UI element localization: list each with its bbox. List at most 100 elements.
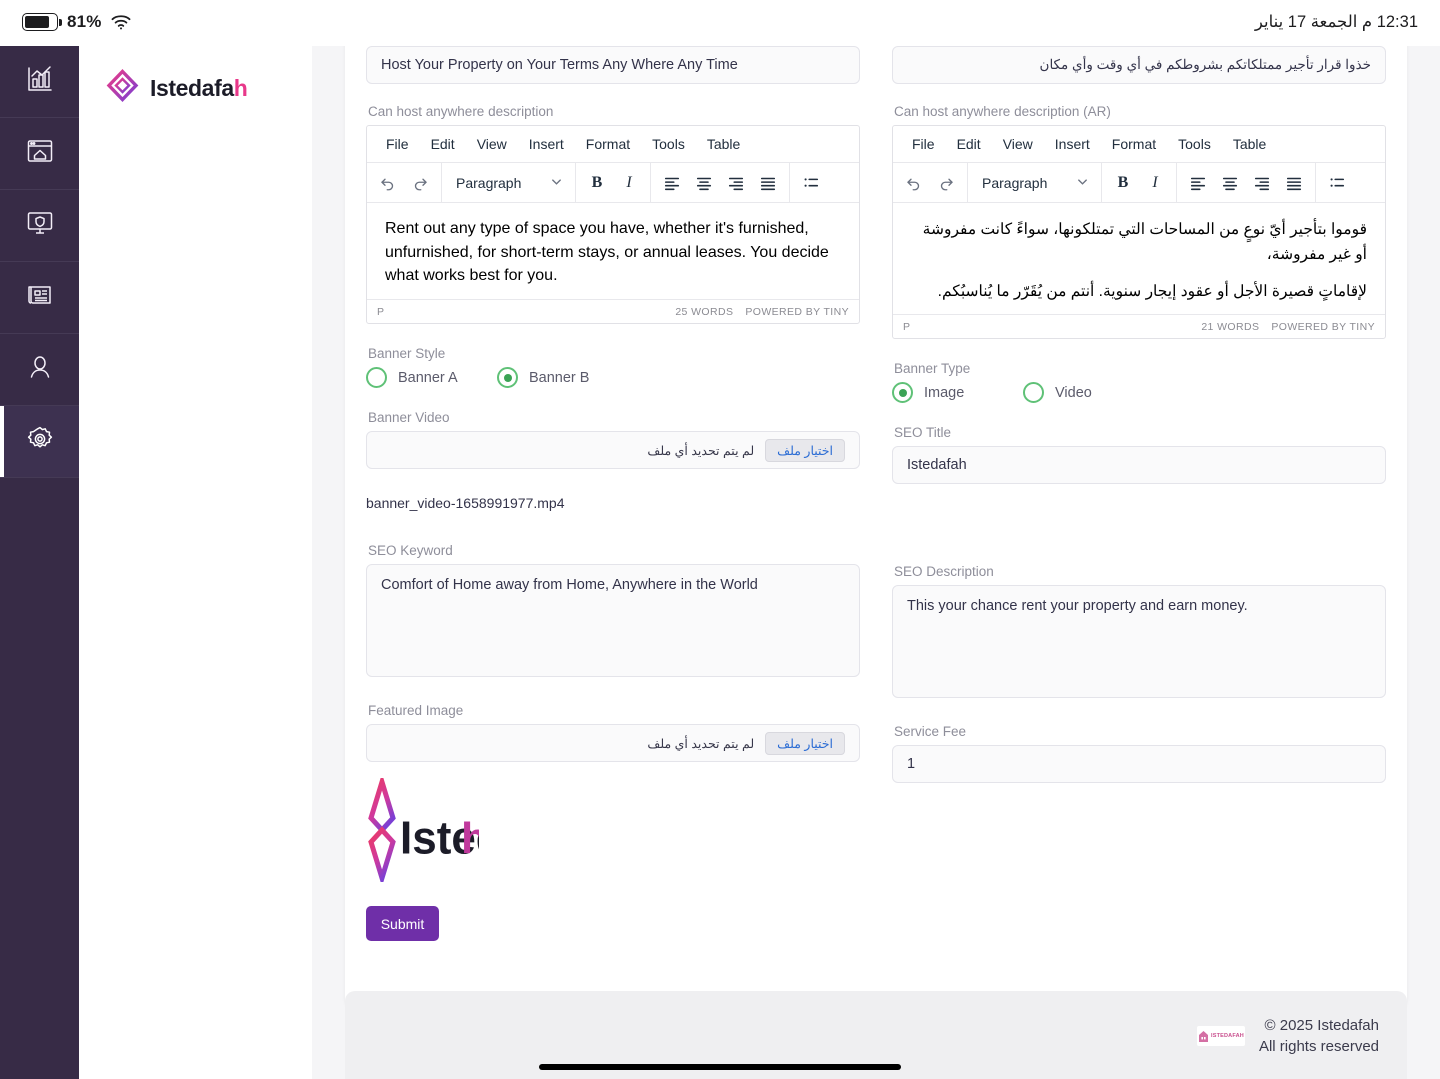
banner-video-label: Banner Video bbox=[368, 410, 860, 425]
can-host-title-input[interactable]: Host Your Property on Your Terms Any Whe… bbox=[366, 46, 860, 84]
copyright-line: © 2025 Istedafah bbox=[1259, 1015, 1379, 1036]
radio-banner-a[interactable]: Banner A bbox=[366, 367, 497, 388]
align-left-icon[interactable] bbox=[657, 169, 687, 197]
featured-image-label: Featured Image bbox=[368, 703, 860, 718]
svg-text:h: h bbox=[461, 814, 479, 863]
align-right-icon-ar[interactable] bbox=[1247, 169, 1277, 197]
can-host-description-ar-editor[interactable]: File Edit View Insert Format Tools Table bbox=[892, 125, 1386, 339]
brand-logo[interactable]: Istedafah bbox=[79, 46, 312, 107]
battery-icon bbox=[22, 13, 58, 31]
wifi-icon bbox=[111, 14, 131, 30]
sidebar-item-analytics[interactable] bbox=[0, 46, 79, 118]
seo-keyword-textarea[interactable]: Comfort of Home away from Home, Anywhere… bbox=[366, 564, 860, 677]
user-profile-icon bbox=[25, 352, 55, 387]
sidebar-item-monitor[interactable] bbox=[0, 190, 79, 262]
menu-insert-ar[interactable]: Insert bbox=[1046, 132, 1099, 156]
choose-file-button-image[interactable]: اختيار ملف bbox=[765, 732, 845, 755]
block-format-select-ar[interactable]: Paragraph bbox=[974, 169, 1095, 197]
block-format-value-ar: Paragraph bbox=[982, 175, 1047, 191]
page-viewport: Istedafah Host Your Property on Your Ter… bbox=[0, 46, 1440, 1079]
editor-paragraph-ar-1: قوموا بتأجير أيّ نوعٍ من المساحات التي ت… bbox=[911, 217, 1367, 267]
monitor-shield-icon bbox=[25, 208, 55, 243]
footer-content: ISTEDAFAH © 2025 Istedafah All rights re… bbox=[1197, 1015, 1379, 1058]
radio-banner-b[interactable]: Banner B bbox=[497, 367, 589, 388]
bold-button[interactable]: B bbox=[582, 169, 612, 197]
radio-image[interactable]: Image bbox=[892, 382, 1023, 403]
service-fee-label: Service Fee bbox=[894, 724, 1386, 739]
istedafah-house-icon: ISTEDAFAH bbox=[1197, 1026, 1245, 1046]
align-right-icon[interactable] bbox=[721, 169, 751, 197]
menu-tools[interactable]: Tools bbox=[643, 132, 694, 156]
menu-format-ar[interactable]: Format bbox=[1103, 132, 1165, 156]
form-column-ar: خذوا قرار تأجير ممتلكاتكم بشروطكم في أي … bbox=[892, 46, 1386, 941]
menu-view[interactable]: View bbox=[468, 132, 516, 156]
bullet-list-icon-ar[interactable] bbox=[1322, 169, 1352, 197]
undo-icon-ar[interactable] bbox=[899, 169, 929, 197]
sidebar-item-users[interactable] bbox=[0, 334, 79, 406]
sidebar-item-articles[interactable] bbox=[0, 262, 79, 334]
editor-statusbar: P 25 WORDS POWERED BY TINY bbox=[367, 299, 859, 323]
footer-copyright: © 2025 Istedafah All rights reserved bbox=[1259, 1015, 1379, 1058]
menu-table-ar[interactable]: Table bbox=[1224, 132, 1275, 156]
editor-content-area[interactable]: Rent out any type of space you have, whe… bbox=[367, 203, 859, 299]
undo-icon[interactable] bbox=[373, 169, 403, 197]
submit-button[interactable]: Submit bbox=[366, 906, 439, 941]
menu-table[interactable]: Table bbox=[698, 132, 749, 156]
radio-circle-video bbox=[1023, 382, 1044, 403]
featured-image-file-input[interactable]: اختيار ملف لم يتم تحديد أي ملف bbox=[366, 724, 860, 762]
banner-video-file-input[interactable]: اختيار ملف لم يتم تحديد أي ملف bbox=[366, 431, 860, 469]
editor-paragraph-ar-2: لإقاماتٍ قصيرة الأجل أو عقود إيجار سنوية… bbox=[911, 279, 1367, 304]
menu-view-ar[interactable]: View bbox=[994, 132, 1042, 156]
can-host-description-label: Can host anywhere description bbox=[368, 104, 860, 119]
block-format-value: Paragraph bbox=[456, 175, 521, 191]
banner-style-label: Banner Style bbox=[368, 346, 860, 361]
radio-video[interactable]: Video bbox=[1023, 382, 1092, 403]
menu-insert[interactable]: Insert bbox=[520, 132, 573, 156]
italic-button[interactable]: I bbox=[614, 169, 644, 197]
radio-circle-banner-b bbox=[497, 367, 518, 388]
italic-button-ar[interactable]: I bbox=[1140, 169, 1170, 197]
banner-type-label: Banner Type bbox=[894, 361, 1386, 376]
browser-house-icon bbox=[25, 136, 55, 171]
menu-edit-ar[interactable]: Edit bbox=[948, 132, 990, 156]
form-grid: Host Your Property on Your Terms Any Whe… bbox=[366, 46, 1386, 941]
seo-keyword-label: SEO Keyword bbox=[368, 543, 860, 558]
bold-button-ar[interactable]: B bbox=[1108, 169, 1138, 197]
menu-format[interactable]: Format bbox=[577, 132, 639, 156]
brand-column: Istedafah bbox=[79, 46, 312, 1079]
redo-icon[interactable] bbox=[405, 169, 435, 197]
service-fee-input[interactable]: 1 bbox=[892, 745, 1386, 783]
word-count-ar: 21 WORDS bbox=[1201, 321, 1259, 333]
footer-logo-text: ISTEDAFAH bbox=[1211, 1033, 1244, 1039]
can-host-title-ar-input[interactable]: خذوا قرار تأجير ممتلكاتكم بشروطكم في أي … bbox=[892, 46, 1386, 84]
choose-file-button-video[interactable]: اختيار ملف bbox=[765, 439, 845, 462]
menu-file-ar[interactable]: File bbox=[903, 132, 944, 156]
block-format-select[interactable]: Paragraph bbox=[448, 169, 569, 197]
align-justify-icon[interactable] bbox=[753, 169, 783, 197]
sidebar-item-properties[interactable] bbox=[0, 118, 79, 190]
seo-description-textarea[interactable]: This your chance rent your property and … bbox=[892, 585, 1386, 698]
menu-file[interactable]: File bbox=[377, 132, 418, 156]
bullet-list-icon[interactable] bbox=[796, 169, 826, 197]
menu-tools-ar[interactable]: Tools bbox=[1169, 132, 1220, 156]
seo-title-input[interactable]: Istedafah bbox=[892, 446, 1386, 484]
editor-content-area-ar[interactable]: قوموا بتأجير أيّ نوعٍ من المساحات التي ت… bbox=[893, 203, 1385, 314]
align-center-icon[interactable] bbox=[689, 169, 719, 197]
gear-icon bbox=[25, 424, 55, 459]
align-left-icon-ar[interactable] bbox=[1183, 169, 1213, 197]
word-count: 25 WORDS bbox=[675, 306, 733, 318]
content-sheet: Host Your Property on Your Terms Any Whe… bbox=[312, 46, 1440, 1079]
no-file-text-video: لم يتم تحديد أي ملف bbox=[647, 443, 754, 458]
chevron-down-icon-ar bbox=[1076, 175, 1089, 191]
redo-icon-ar[interactable] bbox=[931, 169, 961, 197]
menu-edit[interactable]: Edit bbox=[422, 132, 464, 156]
banner-type-radio-group: Image Video bbox=[892, 382, 1386, 403]
align-justify-icon-ar[interactable] bbox=[1279, 169, 1309, 197]
brand-name: Istedafah bbox=[150, 75, 247, 102]
radio-label-video: Video bbox=[1055, 385, 1092, 401]
sidebar-rail bbox=[0, 46, 79, 1079]
sidebar-item-settings[interactable] bbox=[0, 406, 79, 478]
align-center-icon-ar[interactable] bbox=[1215, 169, 1245, 197]
status-bar-datetime: 12:31 م الجمعة 17 يناير bbox=[1255, 12, 1418, 32]
can-host-description-editor[interactable]: File Edit View Insert Format Tools Table bbox=[366, 125, 860, 324]
